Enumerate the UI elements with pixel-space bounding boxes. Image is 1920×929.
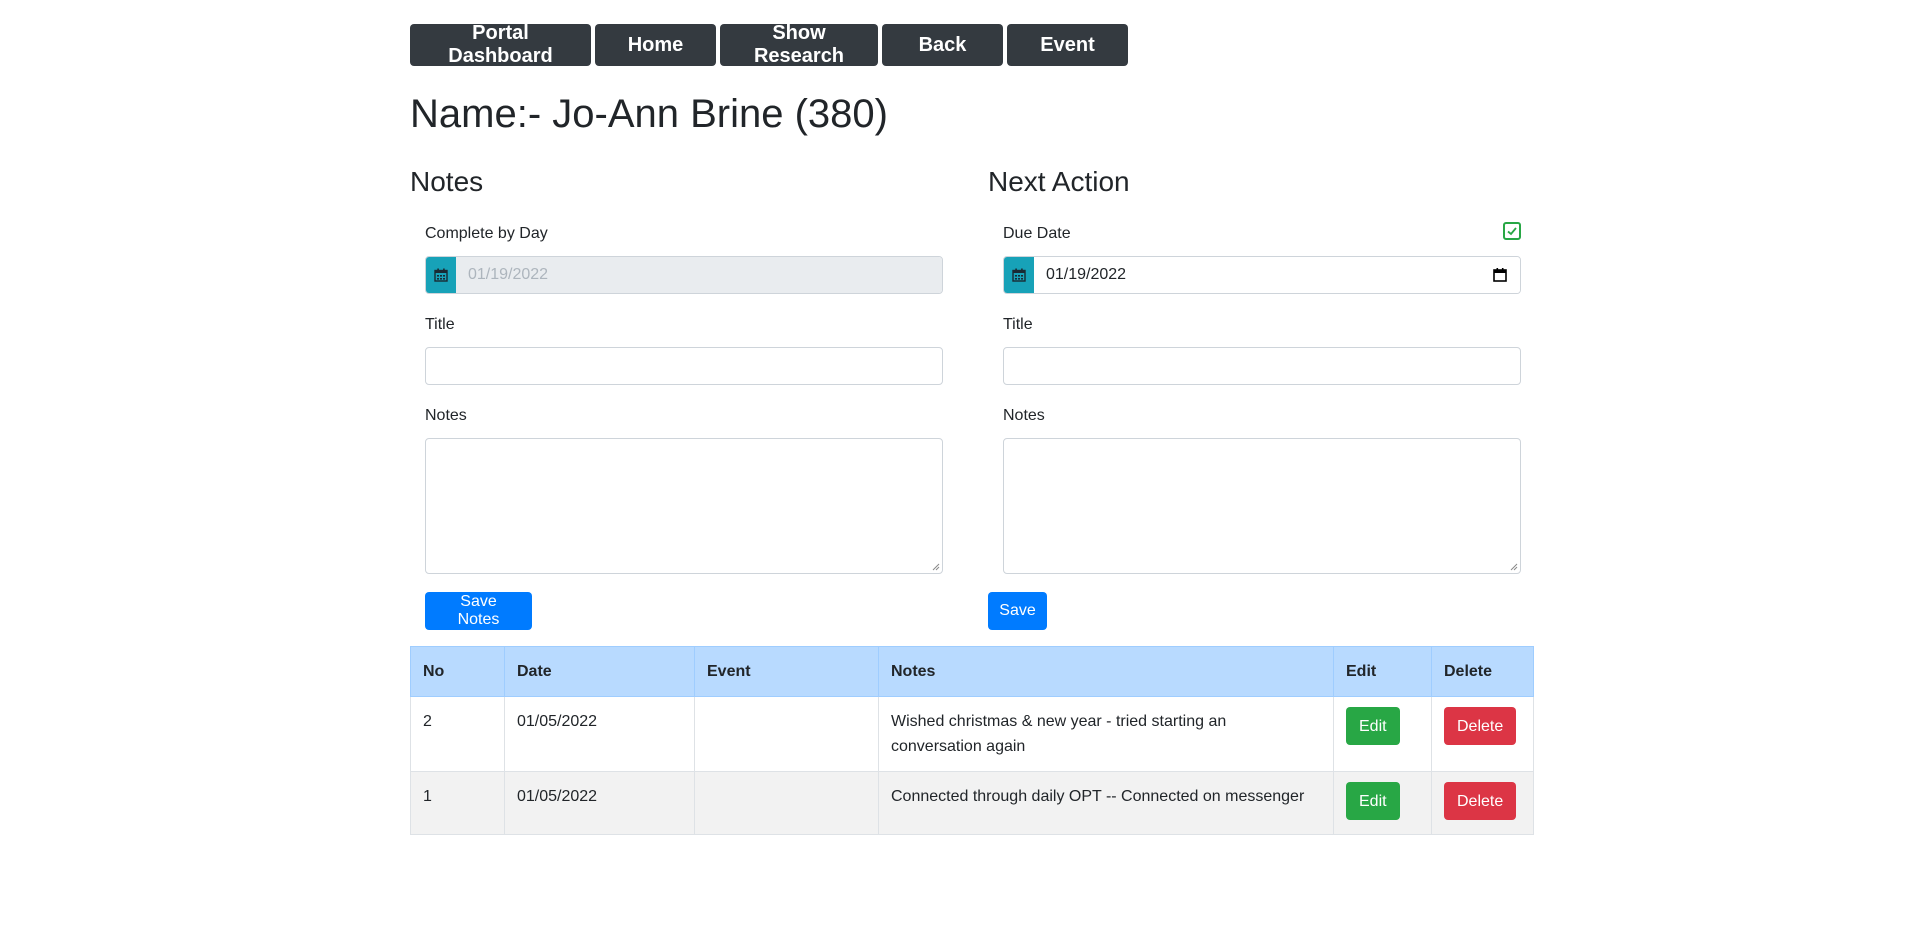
check-icon — [1507, 227, 1517, 236]
resize-handle-icon[interactable] — [932, 563, 940, 571]
records-table: No Date Event Notes Edit Delete 2 01/05/… — [410, 646, 1534, 835]
cell-date: 01/05/2022 — [504, 696, 695, 772]
cell-no: 2 — [410, 696, 505, 772]
cell-event — [694, 771, 879, 835]
next-title-input[interactable] — [1003, 347, 1521, 385]
cell-notes: Connected through daily OPT -- Connected… — [878, 771, 1334, 835]
resize-handle-icon[interactable] — [1510, 563, 1518, 571]
save-notes-button[interactable]: Save Notes — [425, 592, 532, 630]
cell-edit: Edit — [1333, 696, 1432, 772]
col-date: Date — [504, 646, 695, 697]
cell-date: 01/05/2022 — [504, 771, 695, 835]
event-button[interactable]: Event — [1007, 24, 1128, 66]
page-title: Name:- Jo-Ann Brine (380) — [410, 92, 888, 136]
due-date-input[interactable]: 01/19/2022 — [1034, 257, 1520, 293]
notes-textarea[interactable] — [425, 438, 943, 574]
next-action-heading: Next Action — [988, 166, 1130, 197]
notes-title-input[interactable] — [425, 347, 943, 385]
notes-title-label: Title — [425, 316, 455, 333]
table-header-row: No Date Event Notes Edit Delete — [410, 646, 1534, 697]
portal-dashboard-button[interactable]: Portal Dashboard — [410, 22, 591, 67]
notes-panel: Complete by Day 01/19/2022 Title Notes — [425, 222, 943, 574]
show-research-button[interactable]: Show Research — [720, 22, 878, 67]
next-notes-textarea[interactable] — [1003, 438, 1521, 574]
cell-no: 1 — [410, 771, 505, 835]
next-title-label: Title — [1003, 316, 1033, 333]
edit-button[interactable]: Edit — [1346, 782, 1400, 820]
home-button[interactable]: Home — [595, 24, 716, 66]
col-edit: Edit — [1333, 646, 1432, 697]
due-date-checkbox[interactable] — [1503, 222, 1521, 240]
cell-event — [694, 696, 879, 772]
delete-button[interactable]: Delete — [1444, 707, 1517, 745]
complete-by-date-input: 01/19/2022 — [456, 257, 942, 293]
complete-by-label: Complete by Day — [425, 225, 548, 242]
cell-delete: Delete — [1431, 696, 1534, 772]
calendar-icon — [1004, 257, 1034, 293]
complete-by-group: 01/19/2022 — [425, 256, 943, 294]
due-date-row: Due Date — [1003, 222, 1521, 246]
notes-heading: Notes — [410, 166, 484, 197]
calendar-icon — [426, 257, 456, 293]
due-date-group: 01/19/2022 — [1003, 256, 1521, 294]
next-notes-label: Notes — [1003, 407, 1045, 424]
next-action-panel: Due Date 01/19/2022 Title Notes — [1003, 222, 1521, 574]
cell-delete: Delete — [1431, 771, 1534, 835]
col-notes: Notes — [878, 646, 1334, 697]
table-row: 1 01/05/2022 Connected through daily OPT… — [410, 771, 1534, 835]
due-date-value: 01/19/2022 — [1046, 266, 1127, 283]
back-button[interactable]: Back — [882, 24, 1003, 66]
col-no: No — [410, 646, 505, 697]
due-date-label: Due Date — [1003, 225, 1071, 242]
col-delete: Delete — [1431, 646, 1534, 697]
save-next-action-button[interactable]: Save — [988, 592, 1047, 630]
calendar-picker-icon[interactable] — [1492, 267, 1508, 283]
col-event: Event — [694, 646, 879, 697]
table-row: 2 01/05/2022 Wished christmas & new year… — [410, 696, 1534, 772]
notes-notes-label: Notes — [425, 407, 467, 424]
edit-button[interactable]: Edit — [1346, 707, 1400, 745]
top-nav: Portal Dashboard Home Show Research Back… — [410, 22, 1128, 67]
cell-notes: Wished christmas & new year - tried star… — [878, 696, 1334, 772]
delete-button[interactable]: Delete — [1444, 782, 1517, 820]
cell-edit: Edit — [1333, 771, 1432, 835]
